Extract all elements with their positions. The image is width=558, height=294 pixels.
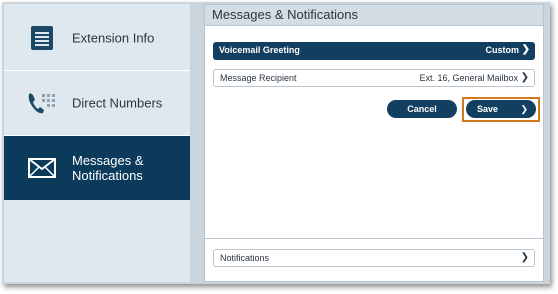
voicemail-greeting-value: Custom xyxy=(485,45,520,55)
chevron-right-icon: ❯ xyxy=(520,72,529,83)
save-button[interactable]: Save ❯ xyxy=(466,100,536,118)
message-recipient-row[interactable]: Message Recipient Ext. 16, General Mailb… xyxy=(213,69,535,87)
voicemail-greeting-row[interactable]: Voicemail Greeting Custom ❯ xyxy=(213,42,535,60)
sidebar-item-label: Messages & Notifications xyxy=(72,153,144,183)
sidebar: Extension Info Direct Numbers Messages &… xyxy=(4,4,190,282)
phone-keypad-icon xyxy=(26,87,58,119)
sidebar-item-label: Extension Info xyxy=(72,30,155,46)
save-button-label: Save xyxy=(477,104,499,114)
chevron-right-icon: ❯ xyxy=(520,104,528,114)
save-highlight-outline: Save ❯ xyxy=(462,97,540,122)
sidebar-item-messages-notifications[interactable]: Messages & Notifications xyxy=(4,136,190,200)
envelope-icon xyxy=(26,152,58,184)
chevron-right-icon: ❯ xyxy=(521,44,530,55)
page-title: Messages & Notifications xyxy=(212,7,358,22)
sidebar-item-extension-info[interactable]: Extension Info xyxy=(4,6,190,70)
cancel-button[interactable]: Cancel xyxy=(387,100,457,118)
panel-divider xyxy=(205,238,543,239)
app-window: Extension Info Direct Numbers Messages &… xyxy=(2,2,550,284)
sidebar-item-label: Direct Numbers xyxy=(72,95,163,111)
panel-header: Messages & Notifications xyxy=(205,5,543,26)
main-panel: Messages & Notifications Voicemail Greet… xyxy=(204,4,544,282)
notifications-row[interactable]: Notifications ❯ xyxy=(213,249,535,267)
message-recipient-label: Message Recipient xyxy=(220,73,297,83)
extension-info-icon xyxy=(26,22,58,54)
message-recipient-value: Ext. 16, General Mailbox xyxy=(419,73,518,83)
notifications-label: Notifications xyxy=(220,253,270,263)
voicemail-greeting-label: Voicemail Greeting xyxy=(219,45,300,55)
sidebar-item-direct-numbers[interactable]: Direct Numbers xyxy=(4,71,190,135)
cancel-button-label: Cancel xyxy=(407,104,437,114)
chevron-right-icon: ❯ xyxy=(520,252,529,263)
